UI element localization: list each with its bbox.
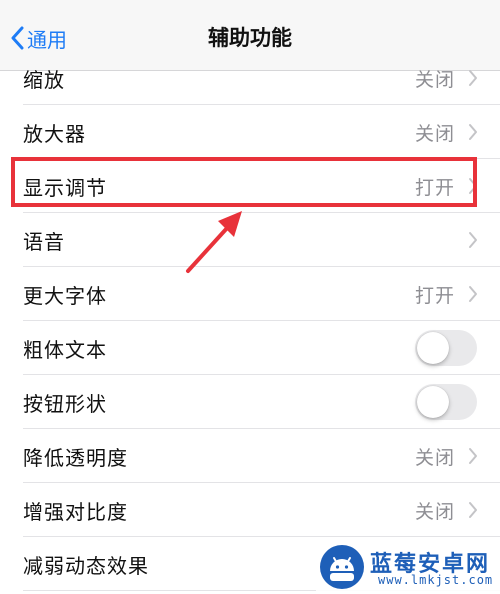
row-label: 缩放 <box>23 67 65 92</box>
watermark-url: www.lmkjst.com <box>378 573 494 587</box>
chevron-right-icon <box>468 231 478 253</box>
page-title: 辅助功能 <box>208 26 292 50</box>
chevron-right-icon <box>468 69 478 91</box>
settings-row-button-shapes: 按钮形状 <box>0 375 500 429</box>
settings-row-reduce-transparency[interactable]: 降低透明度 关闭 <box>0 429 500 483</box>
settings-row-increase-contrast[interactable]: 增强对比度 关闭 <box>0 483 500 537</box>
toggle-knob <box>417 332 449 364</box>
row-value: 关闭 <box>414 122 455 145</box>
row-label: 更大字体 <box>23 283 107 308</box>
settings-row-bold-text: 粗体文本 <box>0 321 500 375</box>
row-label: 放大器 <box>23 121 86 146</box>
settings-row-zoom[interactable]: 缩放 关闭 <box>0 51 500 105</box>
android-logo-icon <box>318 544 366 594</box>
red-arrow-annotation <box>180 205 250 281</box>
chevron-right-icon <box>468 123 478 145</box>
settings-row-magnifier[interactable]: 放大器 关闭 <box>0 105 500 159</box>
row-label: 语音 <box>23 229 65 254</box>
row-label: 按钮形状 <box>23 391 107 416</box>
row-label: 减弱动态效果 <box>23 553 149 578</box>
button-shapes-toggle[interactable] <box>415 384 477 420</box>
toggle-knob <box>417 386 449 418</box>
row-label: 粗体文本 <box>23 337 107 362</box>
highlight-box <box>11 157 477 207</box>
row-label: 增强对比度 <box>23 499 128 524</box>
row-value: 打开 <box>414 284 455 307</box>
bold-text-toggle[interactable] <box>415 330 477 366</box>
row-label: 降低透明度 <box>23 445 128 470</box>
chevron-right-icon <box>468 501 478 523</box>
row-value: 关闭 <box>414 446 455 469</box>
watermark: 蓝莓安卓网 www.lmkjst.com <box>316 540 500 594</box>
settings-row-larger-text[interactable]: 更大字体 打开 <box>0 267 500 321</box>
chevron-right-icon <box>468 285 478 307</box>
chevron-right-icon <box>468 447 478 469</box>
row-value: 关闭 <box>414 500 455 523</box>
settings-row-speech[interactable]: 语音 <box>0 213 500 267</box>
row-value: 关闭 <box>414 68 455 91</box>
